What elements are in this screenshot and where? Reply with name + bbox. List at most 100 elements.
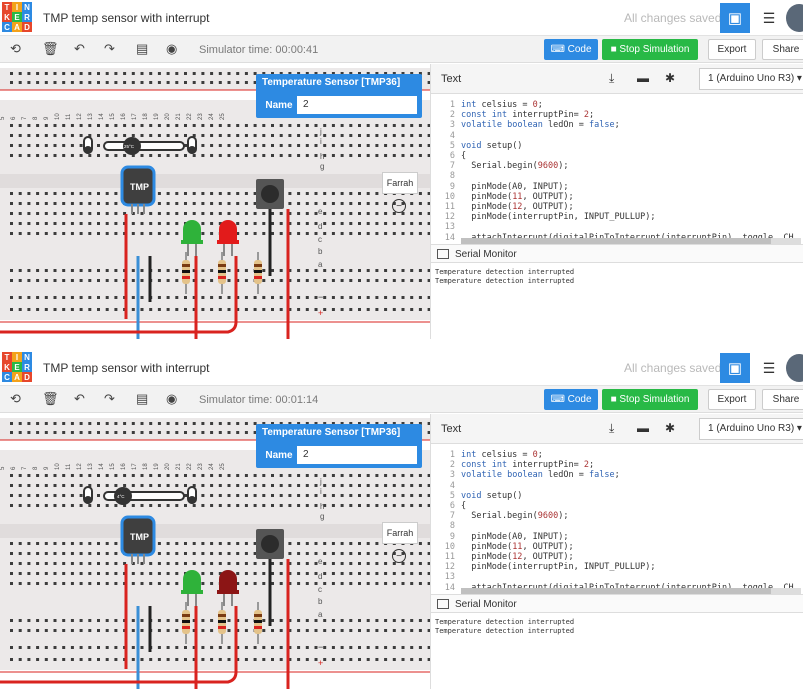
project-title[interactable]: TMP temp sensor with interrupt — [43, 361, 210, 375]
logo-letter: R — [22, 12, 32, 22]
project-title[interactable]: TMP temp sensor with interrupt — [43, 11, 210, 25]
svg-text:16: 16 — [121, 463, 127, 470]
svg-text:e: e — [318, 207, 323, 216]
avatar[interactable] — [786, 354, 803, 382]
svg-text:11: 11 — [66, 463, 72, 470]
code-line[interactable]: pinMode(interruptPin, INPUT_PULLUP); — [461, 562, 655, 572]
code-line[interactable]: { — [461, 501, 466, 511]
code-mode-label[interactable]: Text — [441, 423, 461, 435]
code-line[interactable]: Serial.begin(9600); — [461, 511, 568, 521]
code-line[interactable]: const int interruptPin= 2; — [461, 110, 594, 120]
code-line[interactable]: int celsius = 0; — [461, 100, 543, 110]
line-number: 5 — [449, 490, 455, 501]
code-line[interactable]: pinMode(11, OUTPUT); — [461, 192, 573, 202]
code-line[interactable]: Serial.begin(9600); — [461, 161, 568, 171]
redo-icon[interactable]: ↷ — [104, 391, 115, 407]
name-value[interactable]: 2 — [303, 449, 309, 460]
rotate-icon[interactable]: ⟲ — [10, 391, 21, 407]
delete-icon[interactable]: 🗑 — [42, 41, 59, 57]
code-line[interactable]: volatile boolean ledOn = false; — [461, 470, 620, 480]
redo-icon[interactable]: ↷ — [104, 41, 115, 57]
code-line[interactable]: int celsius = 0; — [461, 450, 543, 460]
export-button[interactable]: Export — [708, 389, 756, 410]
tinkercad-logo[interactable]: TINKERCAD — [2, 2, 32, 32]
undo-icon[interactable]: ↶ — [74, 41, 85, 57]
code-line[interactable]: pinMode(A0, INPUT); — [461, 532, 568, 542]
logo-letter: D — [22, 22, 32, 32]
line-number: 7 — [449, 511, 455, 522]
debug-icon[interactable]: ✱ — [665, 421, 675, 435]
avatar[interactable] — [786, 4, 803, 32]
code-line[interactable]: pinMode(12, OUTPUT); — [461, 202, 573, 212]
tinkercad-logo[interactable]: TINKERCAD — [2, 352, 32, 382]
code-editor[interactable]: 1 int celsius = 0; 2 const int interruptPin… — [431, 446, 803, 594]
serial-monitor-label: Serial Monitor — [455, 599, 517, 610]
name-field[interactable]: Name 2 — [260, 95, 418, 115]
svg-text:b: b — [318, 597, 323, 606]
svg-text:18: 18 — [143, 113, 149, 120]
upload-icon[interactable]: ▬ — [637, 421, 649, 435]
zoom-out-icon[interactable]: − — [392, 549, 406, 563]
code-line[interactable]: { — [461, 151, 466, 161]
code-mode-label[interactable]: Text — [441, 73, 461, 85]
upload-icon[interactable]: ▬ — [637, 71, 649, 85]
name-field[interactable]: Name 2 — [260, 445, 418, 465]
rotate-icon[interactable]: ⟲ — [10, 41, 21, 57]
push-button — [256, 179, 284, 209]
code-line[interactable]: pinMode(interruptPin, INPUT_PULLUP); — [461, 212, 655, 222]
line-number: 1 — [449, 450, 455, 460]
code-button[interactable]: ⌨ Code — [544, 39, 598, 60]
delete-icon[interactable]: 🗑 — [42, 391, 59, 407]
svg-text:25°C: 25°C — [124, 144, 135, 149]
notes-icon[interactable]: ▤ — [136, 391, 148, 407]
notes-icon[interactable]: ▤ — [136, 41, 148, 57]
svg-text:16: 16 — [121, 113, 127, 120]
device-select[interactable]: 1 (Arduino Uno R3) ▾ — [699, 68, 803, 90]
export-button[interactable]: Export — [708, 39, 756, 60]
code-editor[interactable]: 1 int celsius = 0; 2 const int interruptPin… — [431, 96, 803, 244]
circuit-view-icon[interactable]: ▣ — [720, 3, 750, 33]
serial-monitor-header[interactable]: Serial Monitor — [431, 244, 803, 263]
line-number: 8 — [449, 521, 455, 532]
svg-text:g: g — [320, 512, 324, 521]
code-line[interactable]: pinMode(A0, INPUT); — [461, 182, 568, 192]
code-panel-header: Text ⤓ ▬ ✱ 1 (Arduino Uno R3) ▾ — [431, 64, 803, 94]
title-bar: TINKERCAD TMP temp sensor with interrupt… — [0, 0, 803, 36]
circuit-view-icon[interactable]: ▣ — [720, 353, 750, 383]
visibility-icon[interactable]: ◉ — [166, 41, 177, 57]
code-line[interactable]: void setup() — [461, 141, 522, 151]
share-button[interactable]: Share — [762, 39, 803, 60]
code-line[interactable]: pinMode(11, OUTPUT); — [461, 542, 573, 552]
download-icon[interactable]: ⤓ — [609, 421, 614, 436]
svg-text:TMP: TMP — [130, 182, 149, 192]
svg-text:TMP: TMP — [130, 532, 149, 542]
line-number: 14 — [444, 232, 455, 243]
code-line[interactable]: volatile boolean ledOn = false; — [461, 120, 620, 130]
svg-text:21: 21 — [176, 463, 182, 470]
device-select[interactable]: 1 (Arduino Uno R3) ▾ — [699, 418, 803, 440]
logo-letter: E — [12, 12, 22, 22]
code-button[interactable]: ⌨ Code — [544, 389, 598, 410]
svg-text:g: g — [320, 162, 324, 171]
debug-icon[interactable]: ✱ — [665, 71, 675, 85]
logo-letter: R — [22, 362, 32, 372]
undo-icon[interactable]: ↶ — [74, 391, 85, 407]
component-list-icon[interactable]: ☰ — [754, 353, 784, 383]
zoom-out-icon[interactable]: − — [392, 199, 406, 213]
code-line[interactable]: const int interruptPin= 2; — [461, 460, 594, 470]
stop-simulation-button[interactable]: ■ Stop Simulation — [602, 389, 698, 410]
simulator-panel: TINKERCAD TMP temp sensor with interrupt… — [0, 0, 803, 339]
logo-letter: T — [2, 2, 12, 12]
stop-simulation-button[interactable]: ■ Stop Simulation — [602, 39, 698, 60]
share-button[interactable]: Share — [762, 389, 803, 410]
svg-text:j: j — [319, 477, 322, 486]
download-icon[interactable]: ⤓ — [609, 71, 614, 86]
serial-monitor-header[interactable]: Serial Monitor — [431, 594, 803, 613]
code-line[interactable]: pinMode(12, OUTPUT); — [461, 552, 573, 562]
component-list-icon[interactable]: ☰ — [754, 3, 784, 33]
visibility-icon[interactable]: ◉ — [166, 391, 177, 407]
svg-text:4°C: 4°C — [117, 494, 125, 499]
svg-text:10: 10 — [55, 463, 61, 470]
code-line[interactable]: void setup() — [461, 491, 522, 501]
name-value[interactable]: 2 — [303, 99, 309, 110]
